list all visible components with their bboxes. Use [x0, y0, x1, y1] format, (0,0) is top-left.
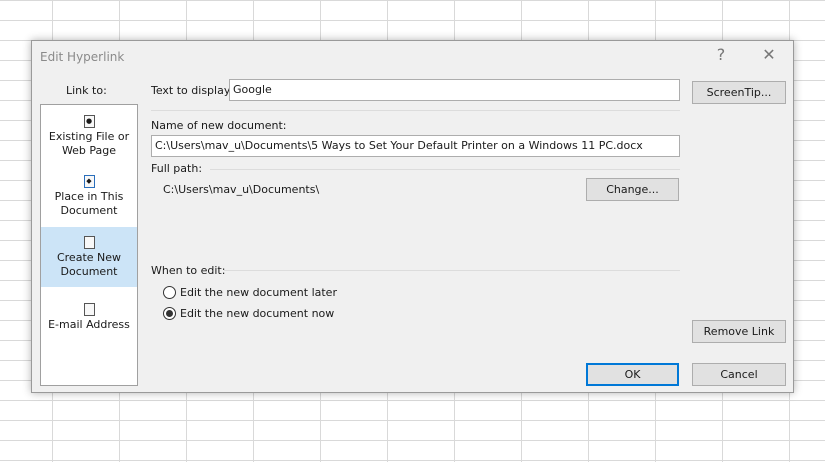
link-to-email-address[interactable]: E-mail Address: [41, 287, 137, 345]
item-label: Document: [60, 204, 118, 217]
email-icon: [83, 303, 95, 316]
when-to-edit-label: When to edit:: [151, 264, 226, 277]
item-label: Document: [60, 265, 118, 278]
edit-later-label[interactable]: Edit the new document later: [180, 286, 337, 299]
link-to-existing-file[interactable]: ● Existing File or Web Page: [41, 105, 137, 165]
globe-file-icon: ●: [83, 115, 95, 128]
full-path-value: C:\Users\mav_u\Documents\: [163, 183, 320, 196]
new-document-label: Name of new document:: [151, 119, 287, 132]
item-label: Place in This: [54, 190, 124, 203]
close-button[interactable]: ✕: [757, 45, 781, 64]
item-label: E-mail Address: [48, 318, 130, 331]
edit-now-label[interactable]: Edit the new document now: [180, 307, 334, 320]
screentip-button[interactable]: ScreenTip...: [692, 81, 786, 104]
remove-link-button[interactable]: Remove Link: [692, 320, 786, 343]
change-button[interactable]: Change...: [586, 178, 679, 201]
new-document-input[interactable]: C:\Users\mav_u\Documents\5 Ways to Set Y…: [151, 135, 680, 157]
link-to-create-new-document[interactable]: Create New Document: [41, 227, 137, 287]
divider: [210, 169, 680, 170]
dialog-title: Edit Hyperlink: [40, 50, 125, 64]
cancel-button[interactable]: Cancel: [692, 363, 786, 386]
help-button[interactable]: ?: [709, 45, 733, 64]
place-document-icon: ◆: [83, 175, 95, 188]
link-to-label: Link to:: [66, 84, 107, 97]
divider: [224, 270, 680, 271]
full-path-label: Full path:: [151, 162, 203, 175]
link-to-place-in-document[interactable]: ◆ Place in This Document: [41, 165, 137, 227]
item-label: Existing File or: [48, 130, 130, 143]
edit-hyperlink-dialog: Edit Hyperlink ? ✕ Link to: ● Existing F…: [31, 40, 794, 393]
new-document-icon: [83, 236, 95, 249]
edit-now-radio[interactable]: [163, 307, 176, 320]
item-label: Create New: [56, 251, 122, 264]
edit-later-radio[interactable]: [163, 286, 176, 299]
text-to-display-label: Text to display:: [151, 84, 234, 97]
ok-button[interactable]: OK: [586, 363, 679, 386]
divider: [151, 110, 680, 111]
link-to-panel: ● Existing File or Web Page ◆ Place in T…: [40, 104, 138, 386]
item-label: Web Page: [61, 144, 117, 157]
text-to-display-input[interactable]: Google: [229, 79, 680, 101]
